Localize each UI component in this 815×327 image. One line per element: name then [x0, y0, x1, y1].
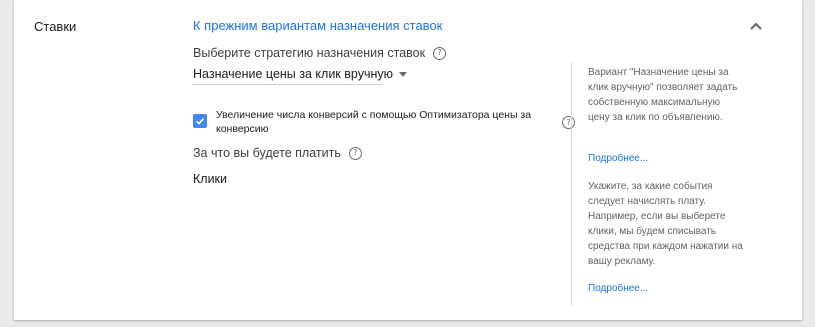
bidding-section-card: Ставки К прежним вариантам назначения ст…: [14, 0, 802, 320]
payment-value: Клики: [193, 172, 228, 186]
collapse-section-button[interactable]: [744, 16, 768, 36]
bidding-strategy-dropdown[interactable]: Назначение цены за клик вручную: [193, 64, 407, 85]
strategy-label: Выберите стратегию назначения ставок: [193, 46, 426, 60]
help-side-panel: Вариант "Назначение цены за клик вручную…: [571, 62, 743, 306]
section-title: Ставки: [34, 19, 77, 34]
checkmark-icon: [195, 118, 205, 125]
help-circle-icon[interactable]: ?: [348, 146, 362, 160]
caret-down-icon: [398, 71, 407, 77]
strategy-learn-more-link[interactable]: Подробнее...: [588, 153, 648, 164]
legacy-bidding-link[interactable]: К прежним вариантам назначения ставок: [193, 18, 442, 33]
enhanced-cpc-checkbox[interactable]: [193, 114, 207, 128]
strategy-help-text: Вариант "Назначение цены за клик вручную…: [588, 67, 738, 123]
payment-help-text: Укажите, за какие события следует начисл…: [588, 181, 743, 267]
enhanced-cpc-label[interactable]: Увеличение числа конверсий с помощью Опт…: [216, 108, 536, 136]
chevron-up-icon: [750, 22, 762, 30]
strategy-label-row: Выберите стратегию назначения ставок ?: [193, 46, 447, 60]
payment-learn-more-link[interactable]: Подробнее...: [588, 283, 648, 294]
bidding-strategy-value: Назначение цены за клик вручную: [193, 67, 393, 81]
payment-label: За что вы будете платить: [193, 146, 341, 160]
payment-label-row: За что вы будете платить ?: [193, 146, 362, 160]
help-circle-icon[interactable]: ?: [433, 46, 447, 60]
